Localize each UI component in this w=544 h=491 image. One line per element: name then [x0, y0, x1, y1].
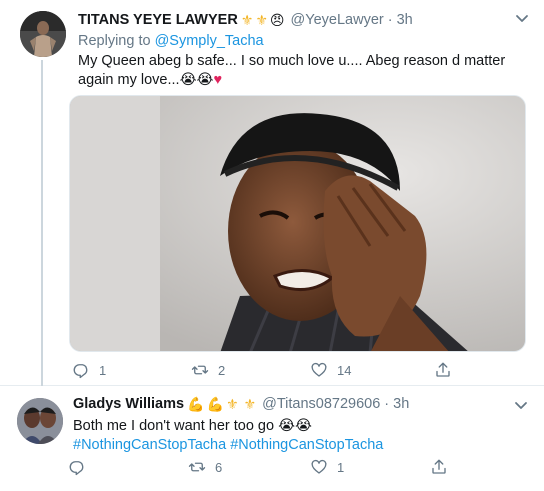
- share-icon: [432, 459, 446, 474]
- tweet-media-image[interactable]: [69, 95, 526, 352]
- flexed-biceps-emoji: 💪: [187, 396, 205, 412]
- separator-dot: ·: [387, 12, 393, 28]
- retweet-icon: [188, 462, 206, 472]
- like-icon: [311, 459, 327, 474]
- tweet-text: My Queen abeg b safe... I so much love u…: [78, 52, 528, 90]
- tweet-text-body: Both me I don't want her too go: [73, 418, 275, 434]
- tweet-text-body: My Queen abeg b safe... I so much love u…: [78, 53, 506, 88]
- avatar[interactable]: [20, 11, 66, 57]
- hashtag-link[interactable]: #NothingCanStopTacha: [230, 437, 383, 453]
- user-handle[interactable]: @Titans08729606: [262, 396, 380, 412]
- reply-count: 1: [99, 362, 107, 378]
- timestamp[interactable]: 3h: [397, 12, 413, 28]
- like-button[interactable]: 14: [310, 361, 351, 379]
- retweet-count: 2: [218, 362, 226, 378]
- separator-dot: ·: [384, 396, 390, 412]
- display-name[interactable]: Gladys Williams: [73, 396, 184, 412]
- chevron-down-icon[interactable]: [514, 401, 528, 411]
- like-button[interactable]: 1: [310, 458, 344, 476]
- fleur-de-lis-emoji: ⚜: [225, 396, 239, 412]
- fleur-de-lis-emoji: ⚜: [240, 12, 254, 28]
- angry-face-emoji: 😠: [269, 12, 285, 28]
- flexed-biceps-emoji: 💪: [206, 396, 224, 412]
- avatar[interactable]: [17, 398, 63, 444]
- retweet-icon: [191, 365, 209, 375]
- thread-line: [41, 60, 43, 386]
- red-heart-emoji: ♥: [213, 72, 223, 88]
- retweet-count: 6: [215, 459, 223, 475]
- tweet-text: Both me I don't want her too go 😭😭 #Noth…: [73, 417, 523, 455]
- crying-emoji: 😭😭: [179, 72, 214, 88]
- reply-icon: [69, 461, 84, 476]
- tweet-header: Gladys Williams 💪 💪 ⚜ ⚜ @Titans08729606 …: [73, 396, 409, 412]
- chevron-down-icon[interactable]: [515, 14, 529, 24]
- display-name[interactable]: TITANS YEYE LAWYER: [78, 12, 238, 28]
- user-handle[interactable]: @YeyeLawyer: [291, 12, 384, 28]
- reply-mention-link[interactable]: @Symply_Tacha: [155, 33, 264, 49]
- reply-icon: [73, 364, 88, 379]
- like-count: 14: [337, 362, 352, 378]
- timestamp[interactable]: 3h: [393, 396, 409, 412]
- like-count: 1: [337, 459, 345, 475]
- replying-to: Replying to @Symply_Tacha: [78, 33, 264, 49]
- share-icon: [436, 362, 450, 377]
- hashtag-link[interactable]: #NothingCanStopTacha: [73, 437, 226, 453]
- share-button[interactable]: [434, 361, 452, 379]
- crying-emoji: 😭😭: [278, 418, 312, 434]
- replying-to-label: Replying to: [78, 33, 151, 49]
- retweet-button[interactable]: 2: [191, 361, 225, 379]
- tweet-header: TITANS YEYE LAWYER ⚜ ⚜ 😠 @YeyeLawyer · 3…: [78, 12, 413, 28]
- share-button[interactable]: [430, 458, 448, 476]
- reply-button[interactable]: [68, 458, 95, 476]
- fleur-de-lis-emoji: ⚜: [255, 12, 268, 28]
- retweet-button[interactable]: 6: [188, 458, 222, 476]
- reply-button[interactable]: 1: [72, 361, 106, 379]
- fleur-de-lis-emoji: ⚜: [243, 396, 257, 412]
- like-icon: [311, 362, 327, 377]
